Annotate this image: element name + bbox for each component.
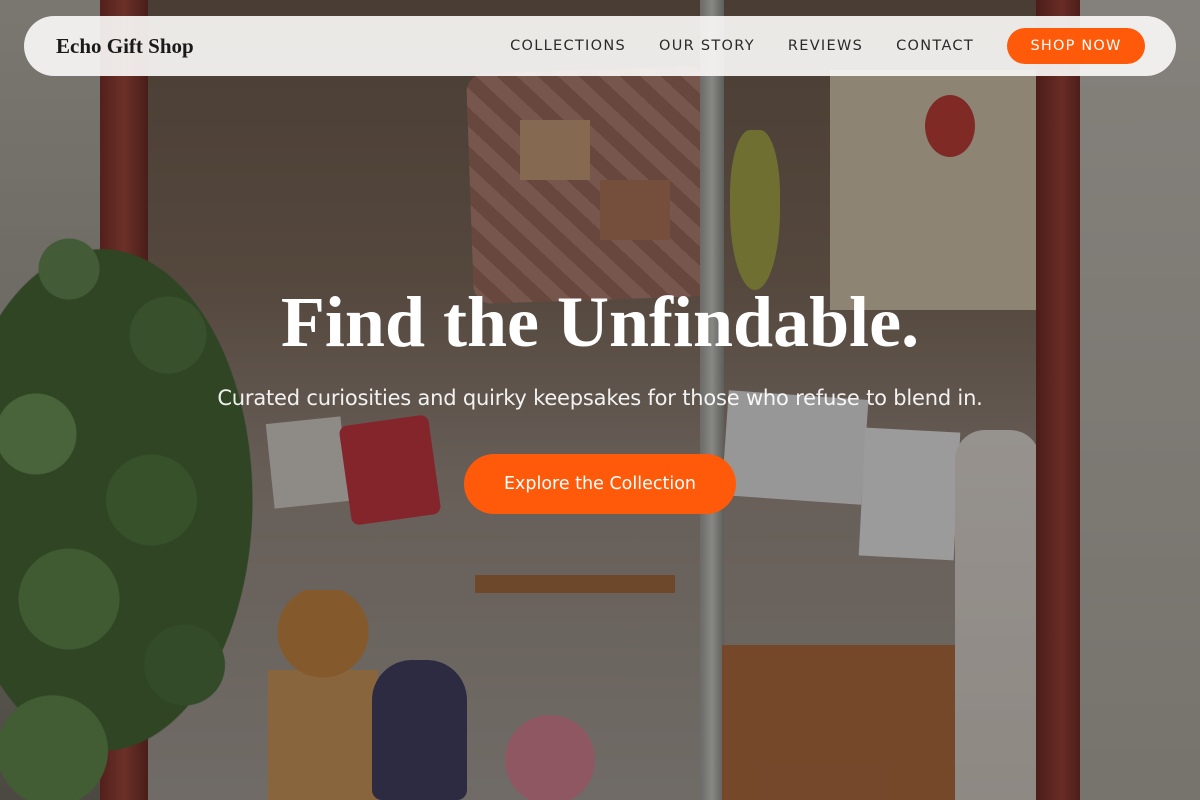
explore-collection-button[interactable]: Explore the Collection [464, 454, 736, 514]
shop-now-button[interactable]: SHOP NOW [1007, 28, 1145, 64]
nav-link-collections[interactable]: COLLECTIONS [510, 38, 626, 54]
site-logo[interactable]: Echo Gift Shop [56, 34, 194, 59]
nav-menu: COLLECTIONS OUR STORY REVIEWS CONTACT SH… [510, 28, 1145, 64]
hero-subtitle: Curated curiosities and quirky keepsakes… [217, 386, 983, 410]
top-navbar: Echo Gift Shop COLLECTIONS OUR STORY REV… [24, 16, 1176, 76]
hero-title: Find the Unfindable. [280, 282, 920, 362]
nav-link-our-story[interactable]: OUR STORY [659, 38, 755, 54]
nav-link-reviews[interactable]: REVIEWS [788, 38, 863, 54]
nav-link-contact[interactable]: CONTACT [896, 38, 974, 54]
